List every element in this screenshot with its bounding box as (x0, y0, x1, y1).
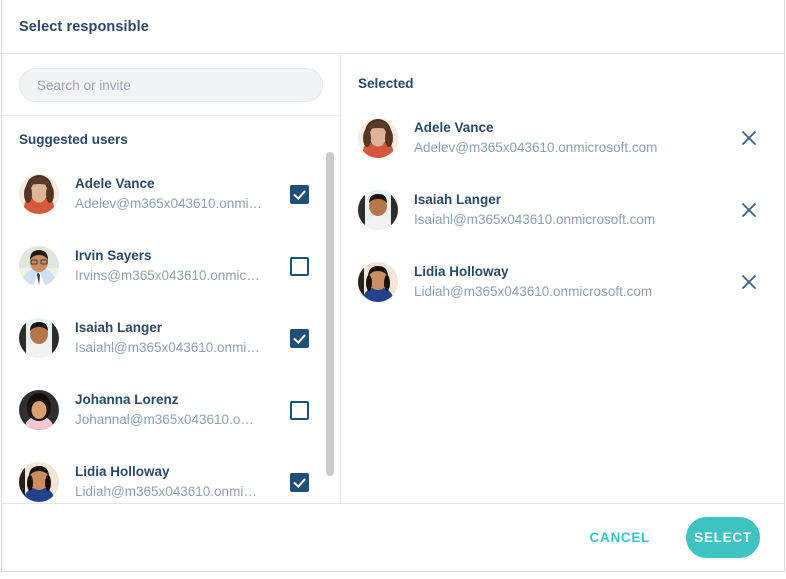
user-checkbox[interactable] (290, 184, 309, 204)
user-email: Isaiahl@m365x043610.onmicrosoft.com (414, 212, 656, 227)
selected-users-panel: Selected Adele Vance Adelev@m365x043610.… (341, 54, 784, 503)
user-text: Johanna Lorenz Johannal@m365x043610.o… (75, 390, 280, 430)
avatar (358, 118, 398, 158)
user-name: Lidia Holloway (75, 464, 170, 479)
scrollbar-track[interactable] (326, 152, 334, 503)
close-icon[interactable] (738, 271, 760, 293)
user-name: Johanna Lorenz (75, 392, 179, 407)
user-text: Adele Vance Adelev@m365x043610.onmi… (75, 174, 280, 214)
search-input[interactable] (19, 68, 323, 102)
user-checkbox[interactable] (290, 256, 309, 276)
user-checkbox[interactable] (290, 472, 309, 492)
user-name: Irvin Sayers (75, 248, 152, 263)
user-email: Lidiah@m365x043610.onmi… (75, 484, 257, 499)
select-button[interactable]: SELECT (686, 517, 760, 558)
user-name: Isaiah Langer (414, 192, 502, 207)
suggested-users-list: Adele Vance Adelev@m365x043610.onmi… Irv… (2, 147, 340, 503)
close-icon[interactable] (738, 199, 760, 221)
avatar (19, 174, 59, 214)
selected-users-list: Adele Vance Adelev@m365x043610.onmicroso… (341, 91, 784, 318)
selected-heading: Selected (358, 76, 414, 91)
dialog-body: Suggested users (2, 54, 784, 503)
user-email: Adelev@m365x043610.onmicrosoft.com (414, 140, 658, 155)
search-area (2, 54, 340, 116)
user-name: Adele Vance (75, 176, 155, 191)
avatar (19, 390, 59, 430)
list-item: Adele Vance Adelev@m365x043610.onmicroso… (341, 102, 784, 174)
list-item[interactable]: Irvin Sayers Irvins@m365x043610.onmic… (2, 230, 340, 302)
user-text: Irvin Sayers Irvins@m365x043610.onmic… (75, 246, 280, 286)
select-responsible-dialog: Select responsible Suggested users (1, 0, 785, 572)
dialog-header: Select responsible (2, 0, 784, 54)
user-name: Lidia Holloway (414, 264, 509, 279)
avatar (358, 262, 398, 302)
user-text: Adele Vance Adelev@m365x043610.onmicroso… (414, 118, 728, 158)
suggested-users-heading: Suggested users (19, 132, 128, 147)
list-item: Isaiah Langer Isaiahl@m365x043610.onmicr… (341, 174, 784, 246)
user-name: Isaiah Langer (75, 320, 163, 335)
user-checkbox[interactable] (290, 328, 309, 348)
user-checkbox[interactable] (290, 400, 309, 420)
list-item[interactable]: Johanna Lorenz Johannal@m365x043610.o… (2, 374, 340, 446)
list-item[interactable]: Isaiah Langer Isaiahl@m365x043610.onmi… (2, 302, 340, 374)
user-email: Adelev@m365x043610.onmi… (75, 196, 263, 211)
scrollbar-thumb[interactable] (326, 152, 334, 476)
avatar (19, 246, 59, 286)
user-email: Johannal@m365x043610.o… (75, 412, 254, 427)
user-text: Isaiah Langer Isaiahl@m365x043610.onmicr… (414, 190, 728, 230)
user-text: Lidia Holloway Lidiah@m365x043610.onmi… (75, 462, 280, 502)
user-name: Adele Vance (414, 120, 494, 135)
user-text: Isaiah Langer Isaiahl@m365x043610.onmi… (75, 318, 280, 358)
user-email: Irvins@m365x043610.onmic… (75, 268, 260, 283)
suggested-users-panel: Suggested users (2, 54, 341, 503)
user-email: Isaiahl@m365x043610.onmi… (75, 340, 260, 355)
list-item[interactable]: Lidia Holloway Lidiah@m365x043610.onmi… (2, 446, 340, 503)
close-icon[interactable] (738, 127, 760, 149)
user-text: Lidia Holloway Lidiah@m365x043610.onmicr… (414, 262, 728, 302)
list-item: Lidia Holloway Lidiah@m365x043610.onmicr… (341, 246, 784, 318)
list-item[interactable]: Adele Vance Adelev@m365x043610.onmi… (2, 158, 340, 230)
page-title: Select responsible (19, 18, 149, 35)
avatar (19, 462, 59, 502)
dialog-footer: CANCEL SELECT (2, 503, 784, 571)
avatar (358, 190, 398, 230)
cancel-button[interactable]: CANCEL (576, 520, 664, 555)
user-email: Lidiah@m365x043610.onmicrosoft.com (414, 284, 653, 299)
avatar (19, 318, 59, 358)
